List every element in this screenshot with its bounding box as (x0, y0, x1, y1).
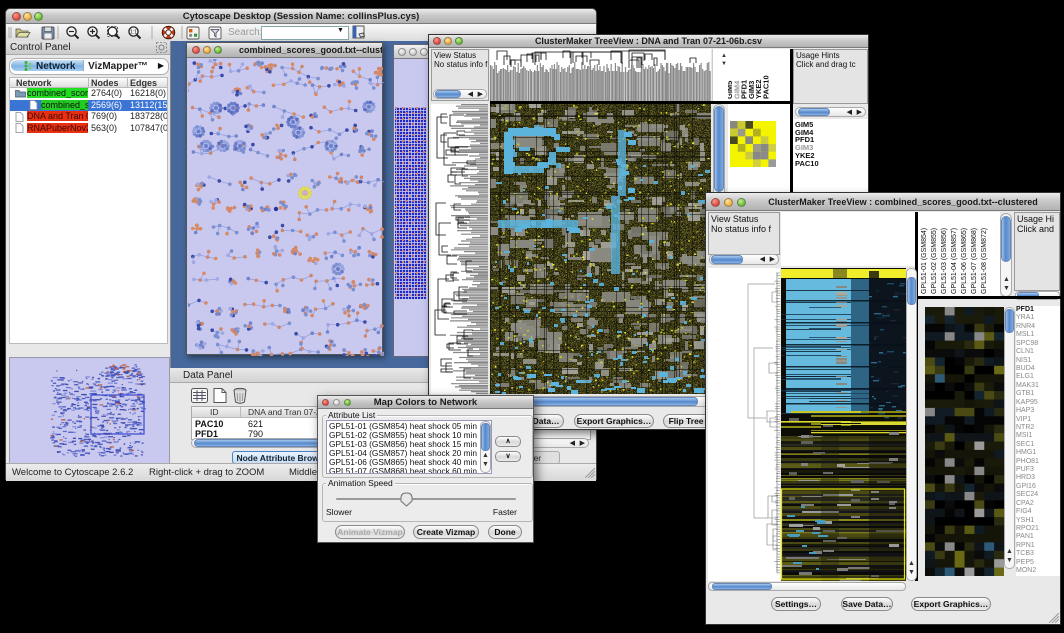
svg-text:1:1: 1:1 (130, 30, 137, 36)
svg-text:GPL51-08 (GSM872): GPL51-08 (GSM872) (981, 228, 988, 294)
svg-text:GPL51-04 (GSM857): GPL51-04 (GSM857) (951, 228, 958, 294)
svg-text:GPL51-06 (GSM865): GPL51-06 (GSM865) (961, 228, 968, 294)
svg-text:GPL51-02 (GSM855): GPL51-02 (GSM855) (931, 228, 938, 294)
svg-text:GPL51-01 (GSM854): GPL51-01 (GSM854) (921, 228, 928, 294)
svg-text:GPL51-03 (GSM856): GPL51-03 (GSM856) (941, 228, 948, 294)
svg-text:GPL51-07 (GSM868): GPL51-07 (GSM868) (971, 228, 978, 294)
